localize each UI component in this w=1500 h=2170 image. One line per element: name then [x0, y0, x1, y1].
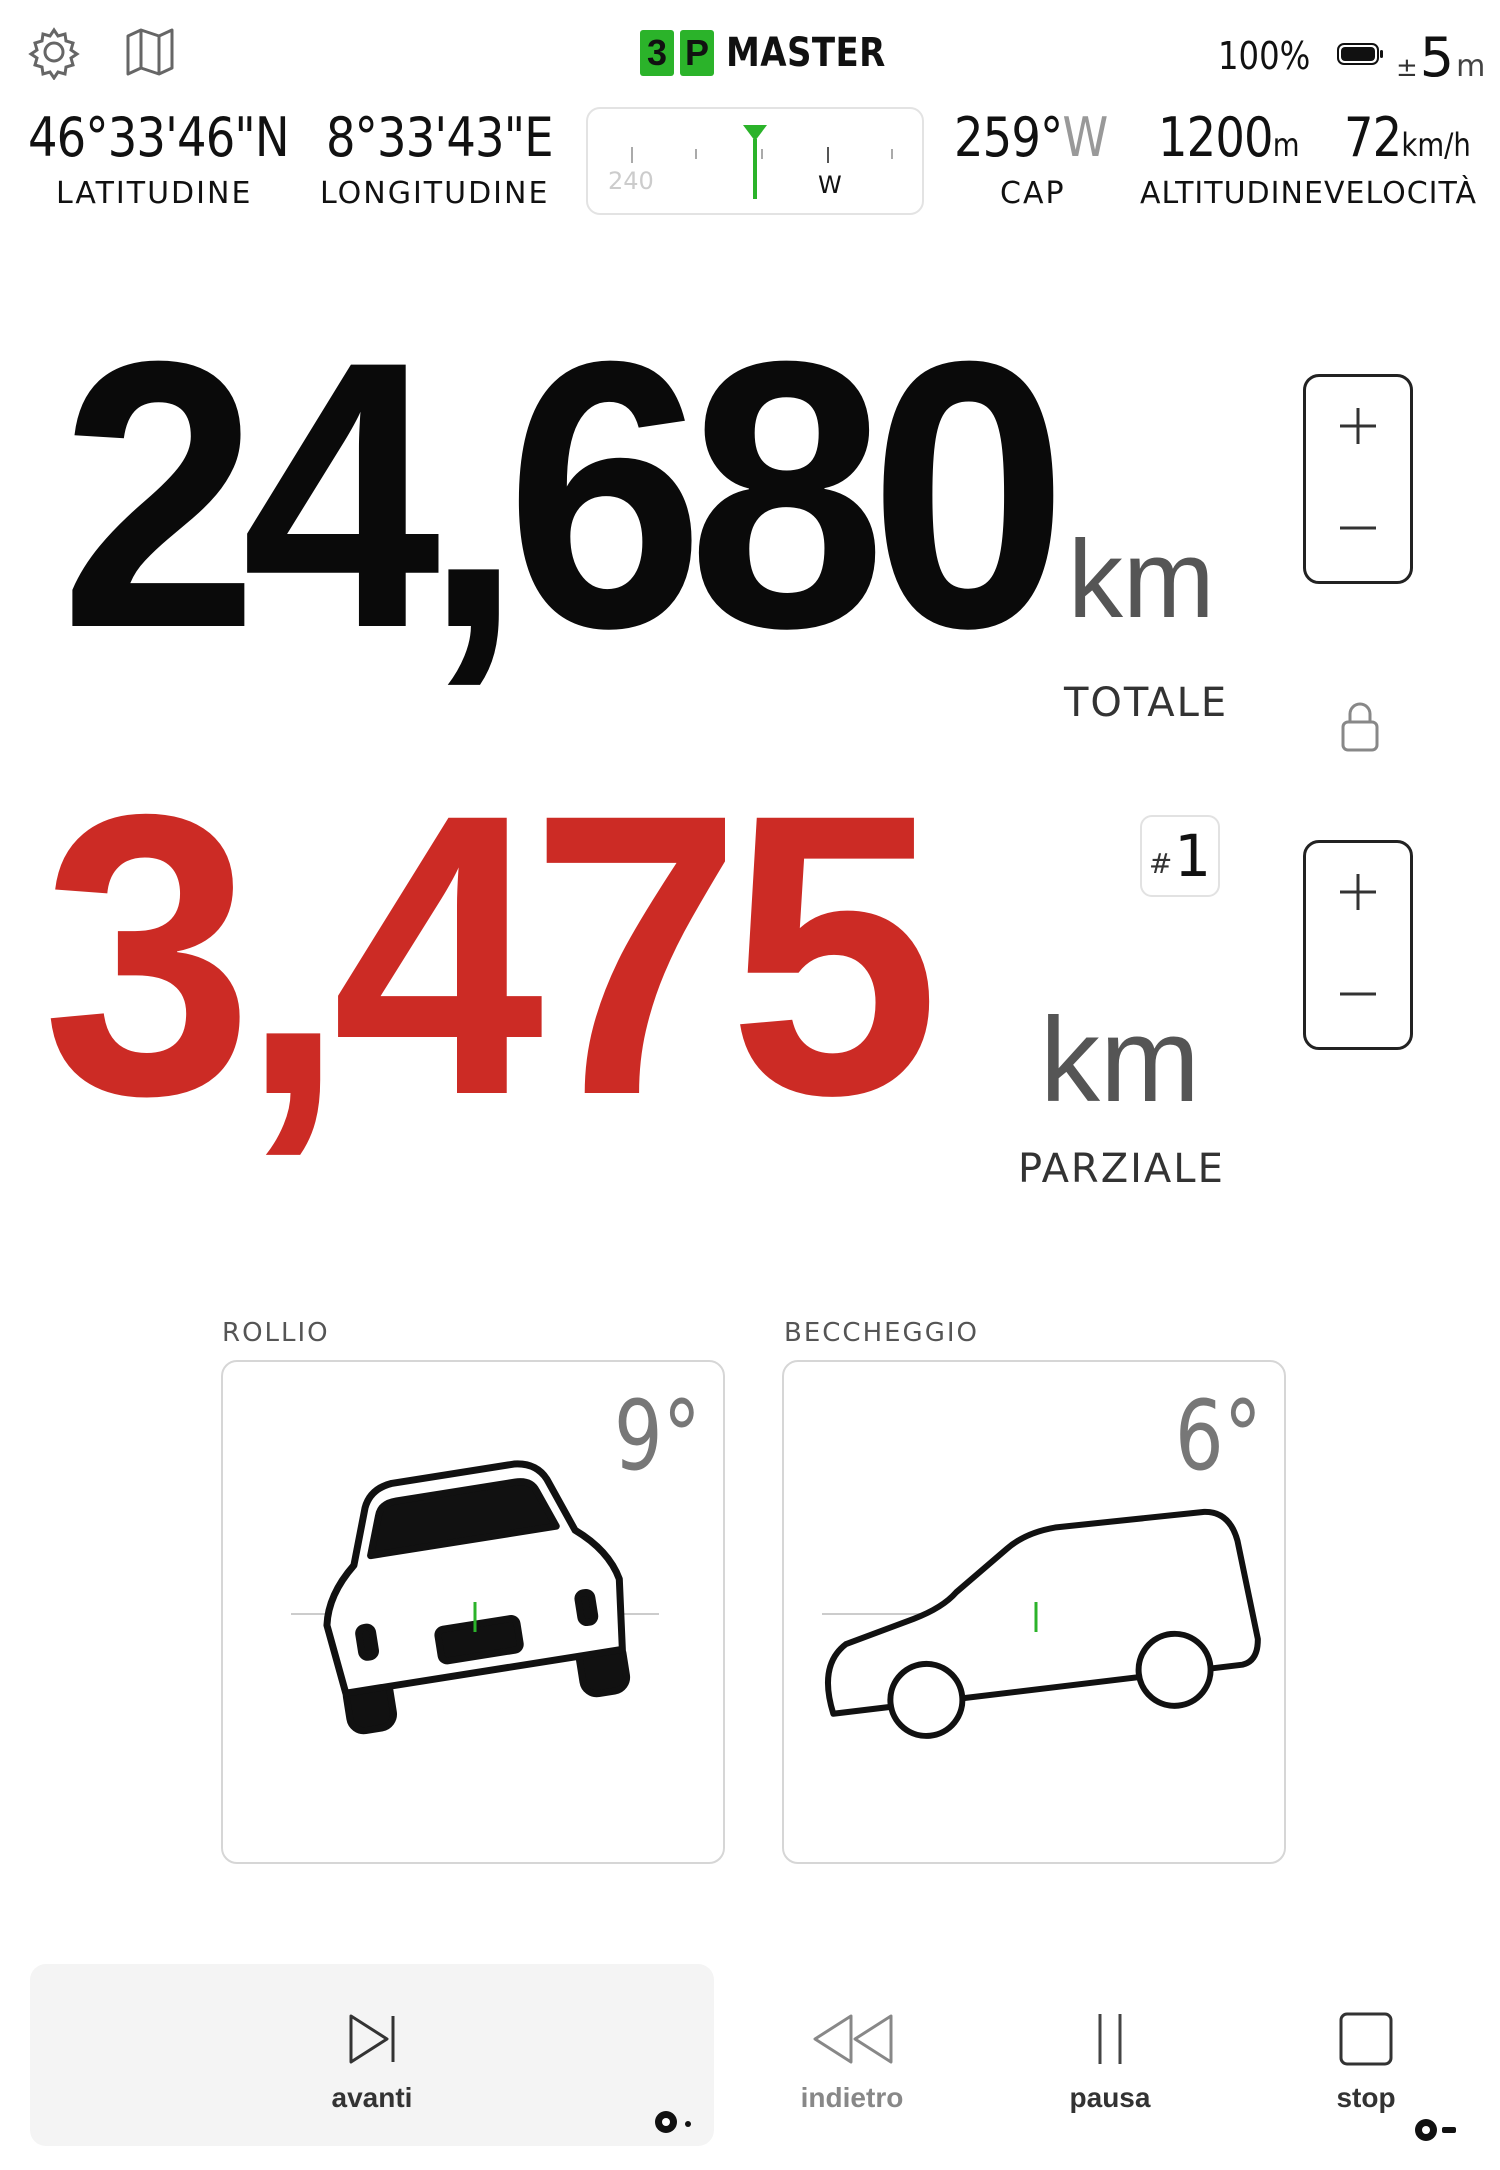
trip-hash: # [1148, 846, 1173, 880]
speed-unit: km/h [1401, 126, 1471, 164]
longitude-label: LONGITUDINE [320, 176, 550, 211]
total-increment-button[interactable] [1306, 377, 1410, 479]
compass-tick-240: 240 [608, 167, 654, 195]
gps-accuracy: ± 5 m [1396, 26, 1485, 89]
heading-direction: W [1062, 106, 1108, 169]
latitude-label: LATITUDINE [56, 176, 253, 211]
gps-accuracy-prefix: ± [1396, 53, 1418, 83]
pitch-panel: 6° [782, 1360, 1286, 1864]
gps-accuracy-unit: m [1456, 49, 1486, 84]
stop-icon [1337, 2010, 1395, 2072]
roll-panel: 9° [221, 1360, 725, 1864]
map-button[interactable] [118, 22, 182, 86]
total-label: TOTALE [1064, 680, 1229, 726]
minus-icon [1336, 972, 1380, 1020]
total-stepper [1303, 374, 1413, 584]
car-side-icon [822, 1508, 1261, 1739]
plus-icon [1336, 404, 1380, 452]
gear-icon [26, 24, 82, 84]
total-decrement-button[interactable] [1306, 479, 1410, 581]
hw-button-indicator [652, 2108, 696, 2136]
partial-distance-unit: km [1040, 993, 1200, 1127]
forward-button[interactable]: avanti [272, 2010, 472, 2170]
back-button[interactable]: indietro [752, 2010, 952, 2170]
lock-button[interactable] [1340, 698, 1380, 754]
pause-icon [1090, 2010, 1130, 2072]
battery-status: 100% [1218, 34, 1385, 78]
heading-value: 259°W [954, 106, 1108, 169]
altitude-value: 1200m [1158, 106, 1300, 169]
altitude-label: ALTITUDINE [1140, 176, 1324, 211]
forward-label: avanti [331, 2082, 413, 2113]
gps-accuracy-value: 5 [1419, 26, 1455, 89]
partial-label: PARZIALE [1018, 1146, 1225, 1192]
pitch-label: BECCHEGGIO [784, 1318, 979, 1348]
trip-number-badge[interactable]: #1 [1140, 815, 1220, 897]
stop-label: stop [1336, 2082, 1396, 2113]
roll-label: ROLLIO [222, 1318, 330, 1348]
logo-box-3: 3 [640, 30, 674, 76]
back-label: indietro [800, 2082, 904, 2113]
logo-word: MASTER [726, 30, 886, 76]
hw-button-indicator-stop [1412, 2116, 1464, 2144]
heading-label: CAP [1000, 176, 1066, 211]
partial-distance-value: 3,475 [42, 731, 940, 1178]
latitude-value: 46°33'46"N [28, 106, 290, 169]
settings-button[interactable] [22, 22, 86, 86]
map-icon [122, 24, 178, 84]
altitude-number: 1200 [1158, 106, 1274, 169]
speed-value: 72km/h [1344, 106, 1471, 169]
altitude-unit: m [1272, 126, 1300, 164]
lock-icon [1340, 702, 1380, 758]
skip-forward-icon [343, 2010, 401, 2072]
stop-button[interactable]: stop [1266, 2010, 1466, 2170]
total-distance-value: 24,680 [60, 282, 1068, 707]
minus-icon [1336, 506, 1380, 554]
compass-tick-w: W [818, 171, 842, 199]
car-front-icon [291, 1460, 659, 1735]
app-logo: 3 P MASTER [640, 30, 914, 76]
total-distance-unit: km [1068, 518, 1215, 641]
compass-strip: 240 W [586, 107, 924, 215]
battery-icon [1336, 41, 1385, 71]
speed-label: VELOCITÀ [1324, 176, 1478, 211]
longitude-value: 8°33'43"E [326, 106, 554, 169]
partial-increment-button[interactable] [1306, 843, 1410, 945]
pause-button[interactable]: pausa [1010, 2010, 1210, 2170]
logo-box-p: P [680, 30, 714, 76]
partial-decrement-button[interactable] [1306, 945, 1410, 1047]
trip-number: 1 [1174, 822, 1212, 890]
heading-degrees: 259° [954, 106, 1063, 169]
pause-label: pausa [1069, 2082, 1151, 2113]
partial-stepper [1303, 840, 1413, 1050]
battery-percentage: 100% [1218, 34, 1311, 78]
rewind-icon [807, 2010, 897, 2072]
speed-number: 72 [1344, 106, 1402, 169]
plus-icon [1336, 870, 1380, 918]
